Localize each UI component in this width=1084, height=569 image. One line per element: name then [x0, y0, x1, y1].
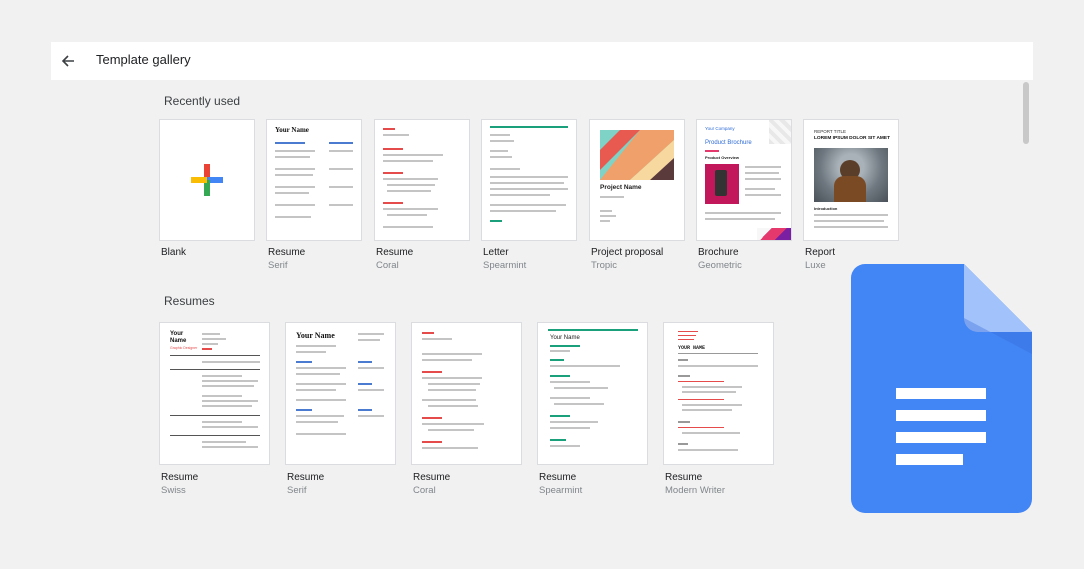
thumb-report-title: REPORT TITLE	[814, 129, 847, 134]
thumb-company: Your Company	[705, 126, 735, 131]
template-sublabel: Coral	[413, 485, 436, 496]
template-label: Project proposal	[591, 247, 664, 258]
google-docs-icon	[851, 264, 1032, 513]
template-thumbnail	[374, 119, 470, 241]
vertical-scrollbar[interactable]	[1023, 82, 1029, 144]
template-sublabel: Modern Writer	[665, 485, 726, 496]
template-thumbnail: Your Name	[266, 119, 362, 241]
template-thumbnail: Your Company Product Brochure Product Ov…	[696, 119, 792, 241]
template-label: Report	[805, 247, 836, 258]
back-button[interactable]	[55, 48, 81, 74]
template-thumbnail	[481, 119, 577, 241]
template-sublabel: Spearmint	[483, 260, 527, 271]
section-title-resumes: Resumes	[164, 294, 215, 308]
template-thumbnail	[411, 322, 522, 465]
template-thumbnail: Your Name	[537, 322, 648, 465]
template-label: Letter	[483, 247, 509, 258]
thumb-project-name: Project Name	[600, 184, 642, 191]
thumb-report-intro: Introduction	[814, 206, 838, 211]
thumb-report-sub: LOREM IPSUM DOLOR SIT AMET	[814, 136, 891, 141]
thumb-overview: Product Overview	[705, 155, 740, 160]
template-sublabel: Geometric	[698, 260, 742, 271]
template-sublabel: Swiss	[161, 485, 186, 496]
plus-icon	[191, 164, 223, 196]
section-title-recently-used: Recently used	[164, 94, 241, 108]
template-label: Resume	[287, 472, 325, 483]
template-thumbnail	[159, 119, 255, 241]
template-thumbnail: Your Name	[285, 322, 396, 465]
template-thumbnail: YOUR NAME	[663, 322, 774, 465]
template-thumbnail: REPORT TITLE LOREM IPSUM DOLOR SIT AMET …	[803, 119, 899, 241]
template-sublabel: Tropic	[591, 260, 618, 271]
tropic-graphic	[600, 130, 674, 180]
template-label: Brochure	[698, 247, 739, 258]
template-label: Resume	[665, 472, 703, 483]
thumb-name: Your Name	[296, 331, 335, 340]
template-label: Resume	[413, 472, 451, 483]
arrow-left-icon	[61, 55, 74, 67]
template-sublabel: Coral	[376, 260, 399, 271]
template-label: Resume	[376, 247, 414, 258]
template-sublabel: Serif	[287, 485, 307, 496]
template-sublabel: Serif	[268, 260, 288, 271]
thumb-swiss-sub: Graphic Designer	[170, 346, 198, 350]
thumb-swiss-name: Your Name	[170, 331, 187, 344]
template-thumbnail: Your Name Graphic Designer	[159, 322, 270, 465]
thumb-brochure-title: Product Brochure	[705, 140, 752, 146]
report-cover-image	[814, 148, 888, 202]
template-label: Resume	[268, 247, 306, 258]
template-label: Resume	[161, 472, 199, 483]
thumb-modern-name: YOUR NAME	[678, 345, 706, 351]
template-thumbnail: Project Name	[589, 119, 685, 241]
page-title: Template gallery	[96, 52, 191, 67]
template-label: Resume	[539, 472, 577, 483]
top-bar: Template gallery	[51, 42, 1033, 80]
template-sublabel: Luxe	[805, 260, 826, 271]
thumb-name: Your Name	[275, 126, 309, 134]
template-label: Blank	[161, 247, 187, 258]
thumb-spearmint-name: Your Name	[550, 335, 580, 341]
template-sublabel: Spearmint	[539, 485, 583, 496]
